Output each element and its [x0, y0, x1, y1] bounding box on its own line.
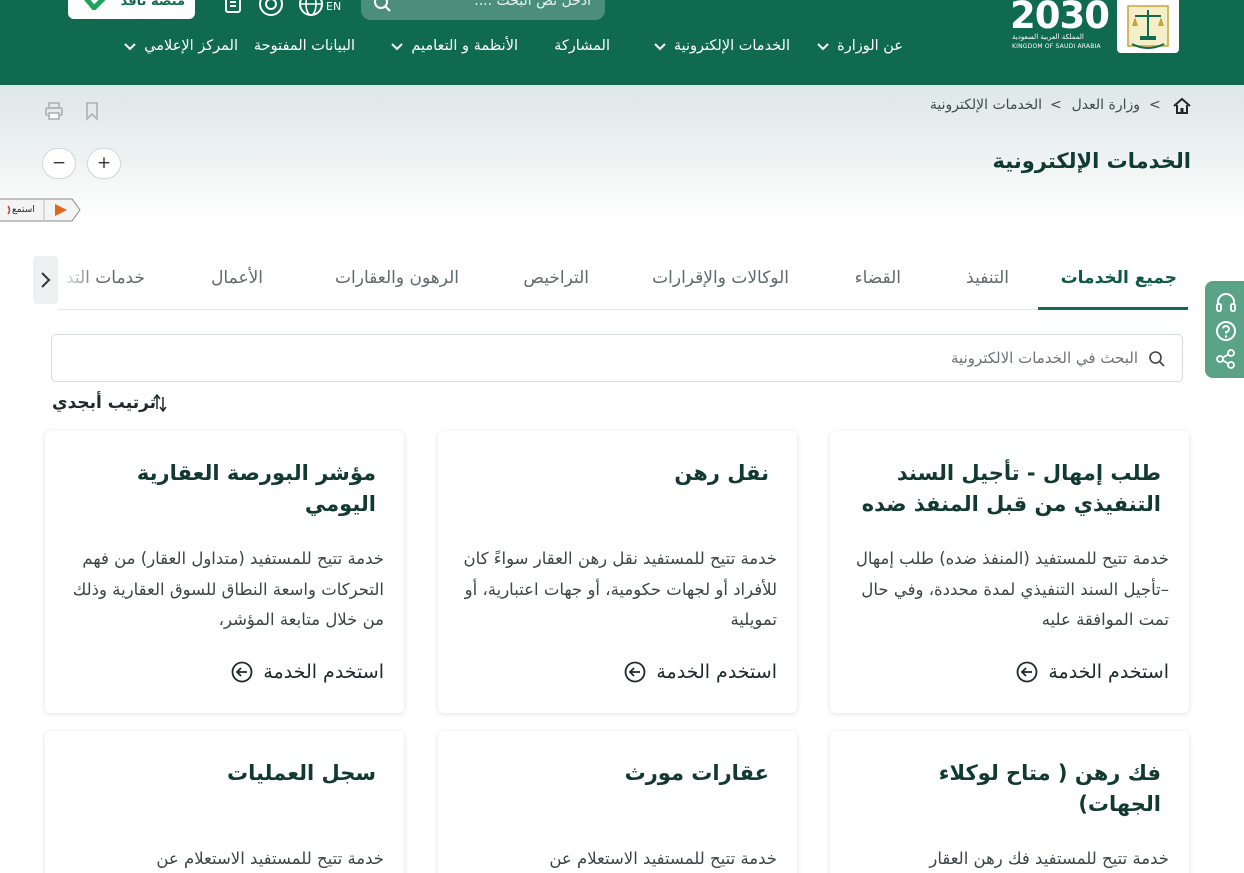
listen-label: استمع	[12, 205, 35, 215]
arrow-left-circle-icon	[624, 661, 646, 683]
service-card-title: فك رهن ( متاح لوكلاء الجهات)	[938, 761, 1161, 816]
service-card-description: خدمة تتيح للمستفيد (متداول العقار) من فه…	[72, 549, 384, 629]
service-card-title: مؤشر البورصة العقارية اليومي	[136, 461, 376, 516]
service-card-description: خدمة تتيح للمستفيد (المنفذ ضده) طلب إمها…	[855, 549, 1169, 629]
chevron-down-icon	[391, 43, 404, 51]
use-service-label: استخدم الخدمة	[656, 661, 777, 683]
help-icon[interactable]	[1215, 320, 1237, 342]
breadcrumb-separator: >	[1050, 97, 1062, 113]
accessibility-icon[interactable]	[258, 0, 284, 18]
nav-label: المشاركة	[554, 38, 610, 54]
tab-licenses[interactable]: التراخيص	[523, 268, 589, 288]
service-card[interactable]: مؤشر البورصة العقارية اليومي خدمة تتيح ل…	[45, 431, 404, 713]
side-help-widget	[1205, 281, 1244, 378]
home-icon[interactable]	[1172, 96, 1192, 116]
tab-all-services[interactable]: جميع الخدمات	[1061, 268, 1177, 288]
nav-item-eservices[interactable]: الخدمات الإلكترونية	[653, 38, 790, 54]
service-card[interactable]: عقارات مورث خدمة تتيح للمستفيد الاستعلام…	[438, 731, 797, 873]
chevron-down-icon	[817, 43, 829, 51]
search-icon	[1149, 351, 1165, 367]
site-header: 2030 المملكة العربية السعودية KINGDOM OF…	[0, 0, 1244, 85]
mobile-icon[interactable]	[220, 0, 246, 18]
nafath-login-button[interactable]: منصة نافذ	[68, 0, 195, 19]
service-card-title: عقارات مورث	[624, 761, 769, 785]
tab-mortgages-real-estate[interactable]: الرهون والعقارات	[335, 268, 459, 288]
print-icon[interactable]	[44, 101, 64, 121]
service-card[interactable]: سجل العمليات خدمة تتيح للمستفيد الاستعلا…	[45, 731, 404, 873]
service-card[interactable]: طلب إمهال - تأجيل السند التنفيذي من قبل …	[830, 431, 1189, 713]
page-title: الخدمات الإلكترونية	[992, 149, 1191, 173]
nav-label: المركز الإعلامي	[144, 38, 238, 54]
use-service-link[interactable]: استخدم الخدمة	[231, 661, 384, 683]
service-card-title: نقل رهن	[674, 461, 769, 485]
headset-icon[interactable]	[1215, 292, 1237, 314]
nav-item-participation[interactable]: المشاركة	[554, 38, 610, 54]
chevron-right-icon	[41, 272, 51, 288]
tab-judiciary[interactable]: القضاء	[855, 268, 901, 288]
chevron-down-icon	[654, 43, 666, 51]
nav-item-about[interactable]: عن الوزارة	[816, 38, 903, 54]
service-card-description: خدمة تتيح للمستفيد الاستعلام عن	[549, 849, 777, 868]
header-search-input[interactable]: أدخل نص البحث ....	[361, 0, 605, 20]
service-card-title: طلب إمهال - تأجيل السند التنفيذي من قبل …	[861, 461, 1161, 516]
service-card[interactable]: نقل رهن خدمة تتيح للمستفيد نقل رهن العقا…	[438, 431, 797, 713]
nav-item-regulations[interactable]: الأنظمة و التعاميم	[390, 38, 518, 54]
service-card-description: خدمة تتيح للمستفيد نقل رهن العقار سواءً …	[463, 549, 777, 629]
share-icon[interactable]	[1215, 348, 1237, 370]
use-service-link[interactable]: استخدم الخدمة	[624, 661, 777, 683]
search-icon[interactable]	[373, 0, 393, 14]
nav-label: عن الوزارة	[837, 38, 903, 54]
services-search-placeholder: البحث في الخدمات الالكترونية	[950, 349, 1138, 367]
vision-number: 2030	[1010, 0, 1110, 37]
tab-agencies[interactable]: الوكالات والإقرارات	[652, 268, 789, 288]
header-search-placeholder: أدخل نص البحث ....	[474, 0, 591, 9]
tab-business[interactable]: الأعمال	[211, 268, 263, 288]
service-card-title: سجل العمليات	[227, 761, 376, 785]
nav-label: البيانات المفتوحة	[253, 38, 355, 54]
main-nav: عن الوزارة الخدمات الإلكترونية المشاركة …	[0, 38, 1244, 62]
service-card-description: خدمة تتيح للمستفيد الاستعلام عن	[156, 849, 384, 868]
breadcrumb-ministry[interactable]: وزارة العدل	[1072, 97, 1140, 113]
zoom-out-button[interactable]: −	[42, 148, 76, 179]
nav-label: الأنظمة و التعاميم	[411, 38, 518, 54]
nafath-label: منصة نافذ	[120, 0, 185, 9]
use-service-label: استخدم الخدمة	[263, 661, 384, 683]
zoom-in-button[interactable]: +	[87, 148, 121, 179]
sort-arrows-icon[interactable]	[153, 393, 167, 413]
tabs-divider	[58, 309, 1182, 310]
nafath-logo-icon	[84, 0, 106, 10]
breadcrumb-current: الخدمات الإلكترونية	[929, 97, 1042, 113]
tabs-fade	[58, 256, 98, 304]
chevron-down-icon	[124, 43, 136, 51]
nav-label: الخدمات الإلكترونية	[673, 38, 790, 54]
nav-item-open-data[interactable]: البيانات المفتوحة	[254, 38, 355, 54]
breadcrumb-separator: >	[1149, 97, 1161, 113]
active-tab-indicator	[1038, 307, 1188, 310]
category-tabs	[0, 255, 1244, 311]
sort-alphabetical-button[interactable]: ترتيب أبجدي	[52, 393, 156, 413]
services-search-input[interactable]: البحث في الخدمات الالكترونية	[51, 334, 1183, 382]
globe-icon[interactable]	[298, 0, 324, 18]
bookmark-icon[interactable]	[84, 101, 100, 121]
tabs-scroll-button[interactable]	[33, 256, 58, 304]
arrow-left-circle-icon	[231, 661, 253, 683]
service-card[interactable]: فك رهن ( متاح لوكلاء الجهات) خدمة تتيح ل…	[830, 731, 1189, 873]
service-card-description: خدمة تتيح للمستفيد فك رهن العقار	[929, 849, 1169, 868]
tab-enforcement[interactable]: التنفيذ	[966, 268, 1009, 288]
arrow-left-circle-icon	[1016, 661, 1038, 683]
language-switch-en[interactable]: EN	[326, 0, 341, 13]
use-service-link[interactable]: استخدم الخدمة	[1016, 661, 1169, 683]
use-service-label: استخدم الخدمة	[1048, 661, 1169, 683]
nav-item-media-center[interactable]: المركز الإعلامي	[123, 38, 238, 54]
